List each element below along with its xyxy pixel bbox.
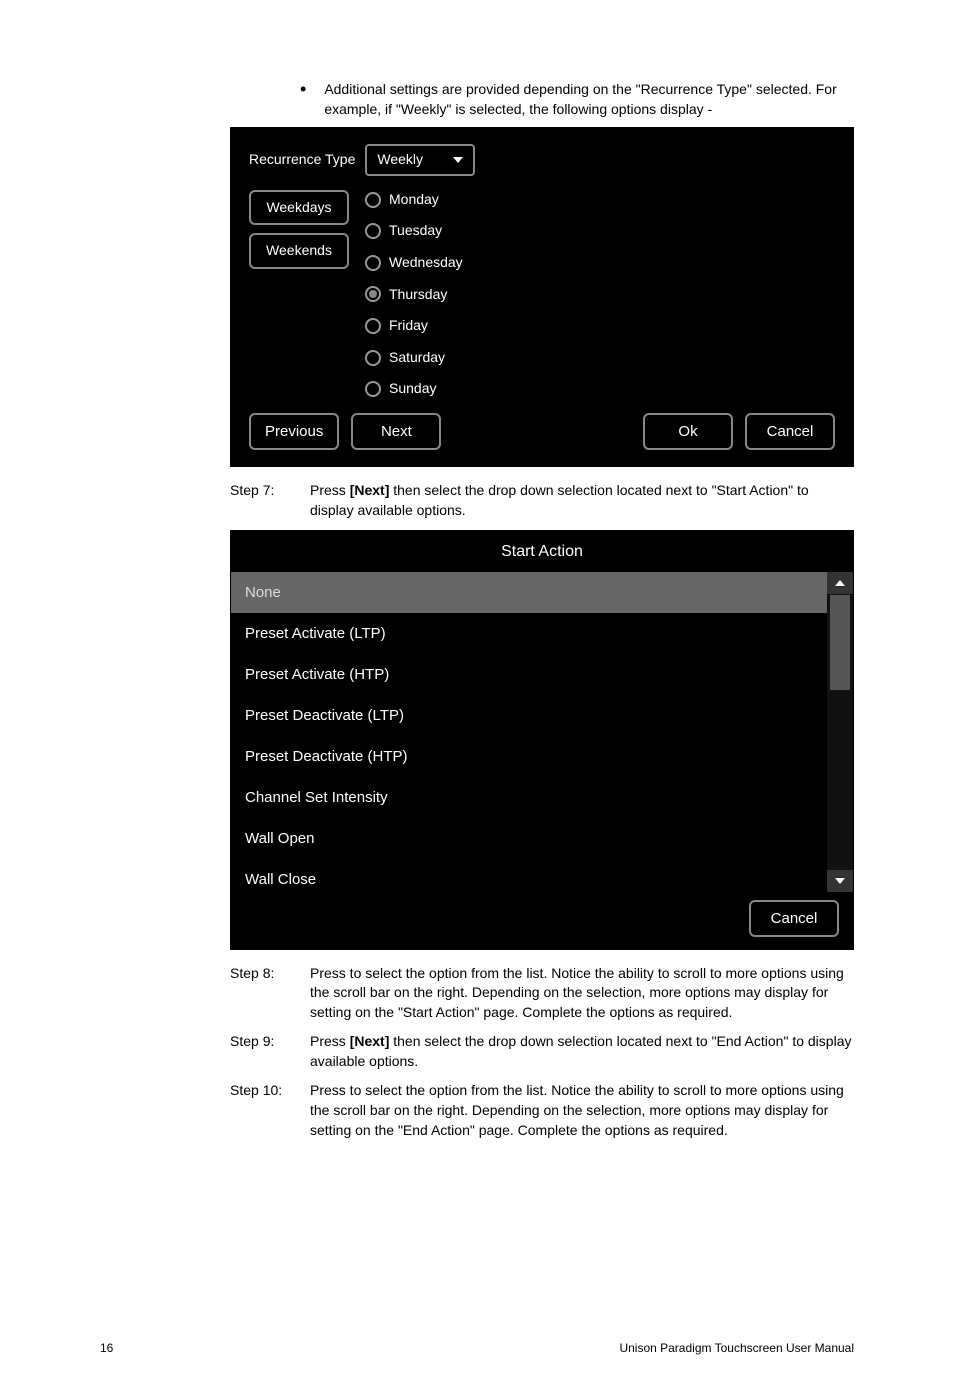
day-label: Monday (389, 190, 439, 210)
step-text: Press [Next] then select the drop down s… (310, 1032, 854, 1071)
day-row-monday[interactable]: Monday (365, 190, 463, 210)
day-row-saturday[interactable]: Saturday (365, 348, 463, 368)
radio-icon (365, 255, 381, 271)
day-label: Friday (389, 316, 428, 336)
step-8: Step 8: Press to select the option from … (230, 964, 854, 1023)
day-row-tuesday[interactable]: Tuesday (365, 221, 463, 241)
previous-button[interactable]: Previous (249, 413, 339, 450)
step-label: Step 7: (230, 481, 290, 520)
weekdays-button[interactable]: Weekdays (249, 190, 349, 226)
radio-icon (365, 381, 381, 397)
step-label: Step 9: (230, 1032, 290, 1071)
cancel-button[interactable]: Cancel (749, 900, 839, 937)
panel-title: Start Action (231, 531, 853, 571)
weekends-button[interactable]: Weekends (249, 233, 349, 269)
day-label: Wednesday (389, 253, 463, 273)
recurrence-panel: Recurrence Type Weekly Weekdays Weekends… (230, 127, 854, 467)
recurrence-type-value: Weekly (377, 150, 423, 170)
day-row-friday[interactable]: Friday (365, 316, 463, 336)
footer-title: Unison Paradigm Touchscreen User Manual (619, 1340, 854, 1357)
step-text: Press to select the option from the list… (310, 964, 854, 1023)
scroll-thumb[interactable] (830, 595, 850, 690)
step-label: Step 10: (230, 1081, 290, 1140)
step-text: Press [Next] then select the drop down s… (310, 481, 854, 520)
cancel-button[interactable]: Cancel (745, 413, 835, 450)
day-label: Sunday (389, 379, 436, 399)
scroll-down-button[interactable] (827, 870, 853, 892)
day-label: Thursday (389, 285, 447, 305)
list-item[interactable]: Preset Deactivate (HTP) (231, 736, 827, 777)
radio-icon (365, 223, 381, 239)
recurrence-type-label: Recurrence Type (249, 150, 355, 170)
step-7: Step 7: Press [Next] then select the dro… (230, 481, 854, 520)
step-label: Step 8: (230, 964, 290, 1023)
chevron-down-icon (835, 878, 845, 884)
start-action-panel: Start Action None Preset Activate (LTP) … (230, 530, 854, 949)
day-label: Saturday (389, 348, 445, 368)
step-text: Press to select the option from the list… (310, 1081, 854, 1140)
page-number: 16 (100, 1340, 113, 1357)
radio-icon (365, 192, 381, 208)
chevron-down-icon (453, 157, 463, 163)
page-footer: 16 Unison Paradigm Touchscreen User Manu… (100, 1340, 854, 1357)
bullet-dot-icon: • (300, 80, 306, 98)
list-item[interactable]: Channel Set Intensity (231, 777, 827, 818)
day-row-sunday[interactable]: Sunday (365, 379, 463, 399)
radio-icon (365, 286, 381, 302)
scroll-track[interactable] (830, 595, 850, 869)
day-label: Tuesday (389, 221, 442, 241)
step-10: Step 10: Press to select the option from… (230, 1081, 854, 1140)
bullet-item: • Additional settings are provided depen… (300, 80, 854, 119)
bullet-text: Additional settings are provided dependi… (324, 80, 854, 119)
list-item[interactable]: None (231, 572, 827, 613)
radio-icon (365, 350, 381, 366)
list-item[interactable]: Preset Activate (HTP) (231, 654, 827, 695)
next-button[interactable]: Next (351, 413, 441, 450)
list-item[interactable]: Preset Activate (LTP) (231, 613, 827, 654)
scroll-up-button[interactable] (827, 572, 853, 594)
action-list: None Preset Activate (LTP) Preset Activa… (231, 572, 827, 892)
scrollbar[interactable] (827, 572, 853, 892)
list-item[interactable]: Wall Open (231, 818, 827, 859)
recurrence-type-dropdown[interactable]: Weekly (365, 144, 475, 176)
ok-button[interactable]: Ok (643, 413, 733, 450)
step-9: Step 9: Press [Next] then select the dro… (230, 1032, 854, 1071)
day-row-thursday[interactable]: Thursday (365, 285, 463, 305)
list-item[interactable]: Preset Deactivate (LTP) (231, 695, 827, 736)
list-item[interactable]: Wall Close (231, 859, 827, 892)
day-row-wednesday[interactable]: Wednesday (365, 253, 463, 273)
radio-icon (365, 318, 381, 334)
chevron-up-icon (835, 580, 845, 586)
